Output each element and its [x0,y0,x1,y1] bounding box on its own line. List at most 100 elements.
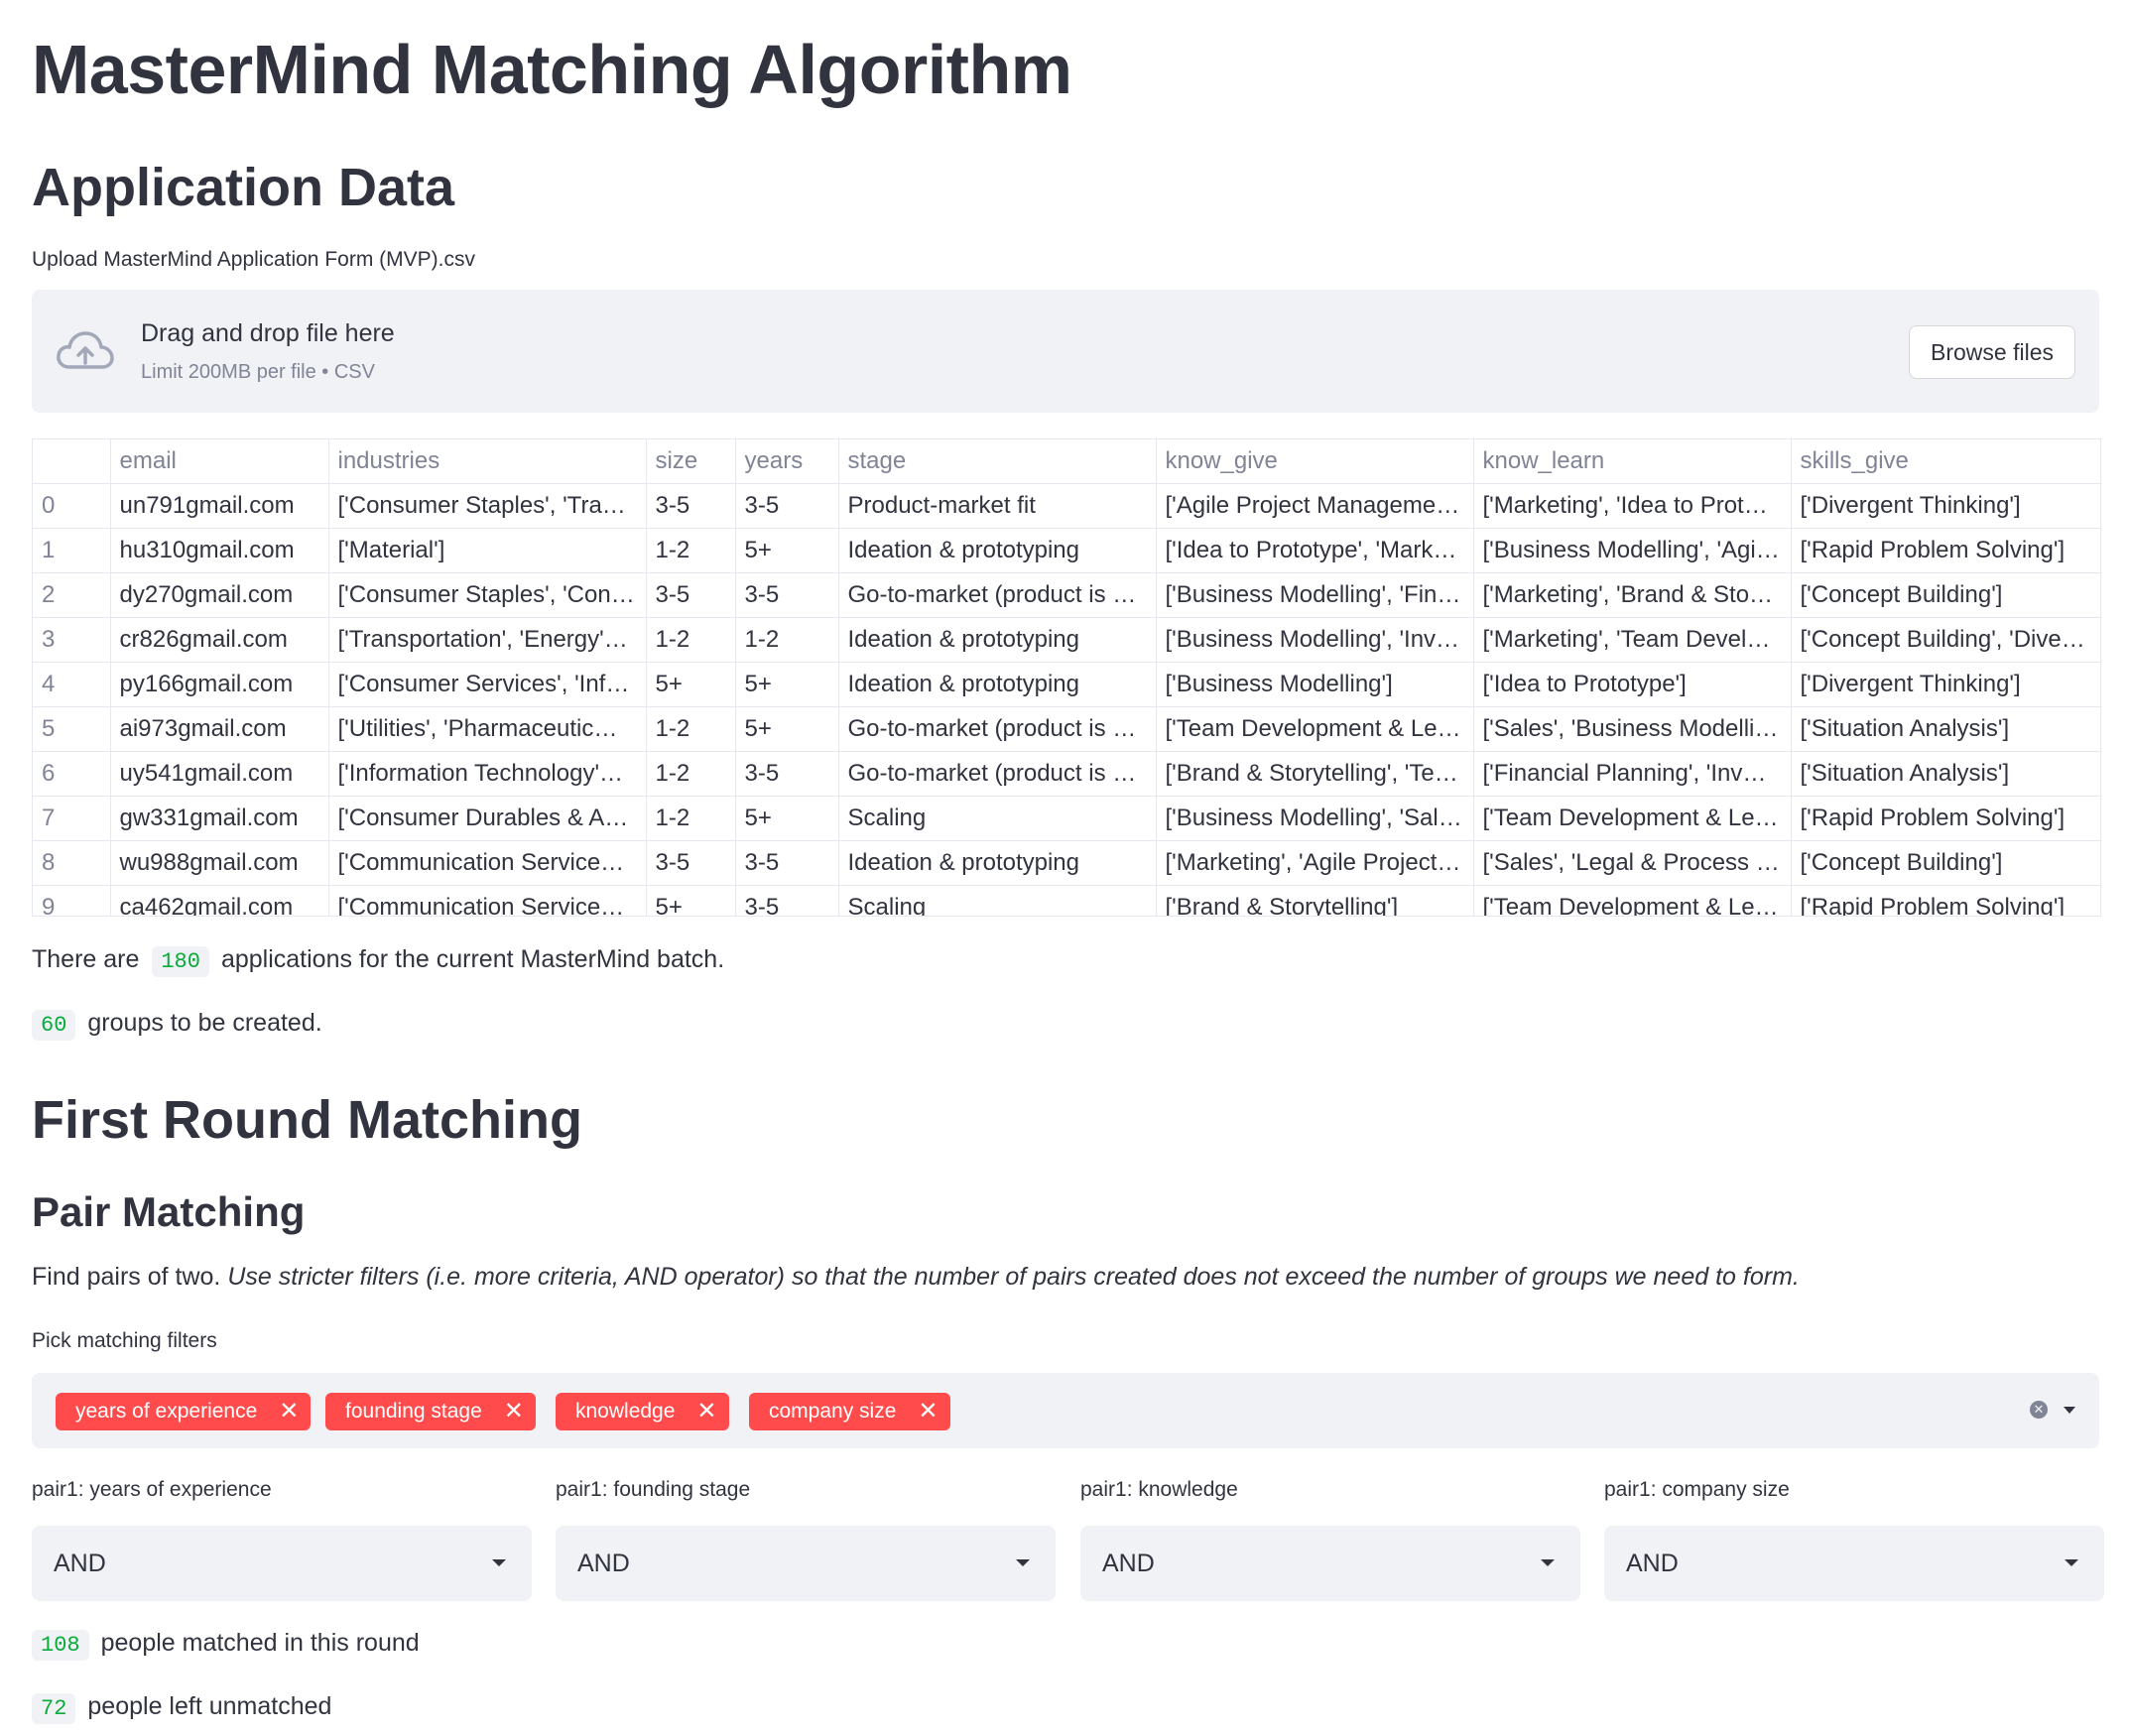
table-cell[interactable]: ['Utilities', 'Pharmaceutic… [328,706,647,752]
table-cell[interactable]: ['Idea to Prototype', 'Mark… [1156,528,1474,573]
table-cell[interactable]: ai973gmail.com [110,706,329,752]
table-cell[interactable]: ['Business Modelling', 'Inv… [1156,617,1474,663]
table-cell[interactable]: 3-5 [735,885,839,916]
table-cell[interactable]: Product-market fit [838,483,1157,529]
table-cell[interactable]: ['Marketing', 'Agile Project… [1156,840,1474,886]
table-cell[interactable]: Scaling [838,885,1157,916]
row-index-cell[interactable]: 6 [33,751,111,797]
table-cell[interactable]: ca462gmail.com [110,885,329,916]
filter-tag-company-size[interactable]: company size ✕ [749,1393,950,1430]
table-cell[interactable]: 5+ [735,796,839,841]
table-cell[interactable]: 5+ [735,662,839,707]
table-cell[interactable]: Ideation & prototyping [838,528,1157,573]
table-cell[interactable]: ['Situation Analysis'] [1791,706,2100,752]
table-cell[interactable]: ['Business Modelling'] [1156,662,1474,707]
table-cell[interactable]: 5+ [735,528,839,573]
table-cell[interactable]: Go-to-market (product is … [838,751,1157,797]
operator-select-knowledge[interactable]: AND [1080,1526,1580,1601]
table-cell[interactable]: Go-to-market (product is … [838,706,1157,752]
row-index-cell[interactable]: 2 [33,572,111,618]
matching-filters-multiselect[interactable]: years of experience ✕ founding stage ✕ kno… [32,1373,2099,1448]
table-cell[interactable]: 1-2 [646,617,736,663]
operator-select-size[interactable]: AND [1604,1526,2104,1601]
table-cell[interactable]: ['Communication Service… [328,885,647,916]
table-cell[interactable]: ['Consumer Staples', 'Tra… [328,483,647,529]
table-cell[interactable]: ['Brand & Storytelling', 'Te… [1156,751,1474,797]
table-cell[interactable]: ['Consumer Services', 'Inf… [328,662,647,707]
column-header-email[interactable]: email [110,439,329,484]
column-header-size[interactable]: size [646,439,736,484]
column-header-know-give[interactable]: know_give [1156,439,1474,484]
column-header-industries[interactable]: industries [328,439,647,484]
table-cell[interactable]: Ideation & prototyping [838,840,1157,886]
table-cell[interactable]: 3-5 [735,572,839,618]
table-cell[interactable]: Ideation & prototyping [838,617,1157,663]
application-dataframe[interactable]: email industries size years stage know_give kn… [32,438,2101,917]
table-cell[interactable]: ['Business Modelling', 'Sal… [1156,796,1474,841]
table-cell[interactable]: 3-5 [646,840,736,886]
remove-tag-icon[interactable]: ✕ [696,1400,716,1424]
chevron-down-icon[interactable] [2064,1407,2075,1414]
table-cell[interactable]: Ideation & prototyping [838,662,1157,707]
table-cell[interactable]: 3-5 [735,751,839,797]
table-cell[interactable]: ['Material'] [328,528,647,573]
table-cell[interactable]: gw331gmail.com [110,796,329,841]
table-cell[interactable]: ['Brand & Storytelling'] [1156,885,1474,916]
table-cell[interactable]: 1-2 [646,751,736,797]
table-cell[interactable]: ['Transportation', 'Energy'… [328,617,647,663]
filter-tag-founding-stage[interactable]: founding stage ✕ [325,1393,536,1430]
row-index-cell[interactable]: 8 [33,840,111,886]
table-cell[interactable]: cr826gmail.com [110,617,329,663]
remove-tag-icon[interactable]: ✕ [279,1400,299,1424]
table-cell[interactable]: ['Consumer Durables & A… [328,796,647,841]
table-cell[interactable]: 3-5 [646,483,736,529]
remove-tag-icon[interactable]: ✕ [918,1400,938,1424]
table-cell[interactable]: ['Rapid Problem Solving'] [1791,528,2100,573]
table-cell[interactable]: 1-2 [646,528,736,573]
table-cell[interactable]: ['Divergent Thinking'] [1791,662,2100,707]
row-index-cell[interactable]: 5 [33,706,111,752]
table-cell[interactable]: ['Team Development & Le… [1473,885,1792,916]
table-cell[interactable]: ['Marketing', 'Brand & Sto… [1473,572,1792,618]
table-cell[interactable]: 1-2 [646,706,736,752]
table-cell[interactable]: 1-2 [735,617,839,663]
table-cell[interactable]: ['Team Development & Le… [1156,706,1474,752]
table-cell[interactable]: 5+ [735,706,839,752]
table-cell[interactable]: 1-2 [646,796,736,841]
table-cell[interactable]: ['Consumer Staples', 'Con… [328,572,647,618]
row-index-cell[interactable]: 1 [33,528,111,573]
file-uploader-dropzone[interactable]: Drag and drop file here Limit 200MB per … [32,290,2099,413]
table-cell[interactable]: ['Business Modelling', 'Agi… [1473,528,1792,573]
operator-select-years[interactable]: AND [32,1526,532,1601]
table-cell[interactable]: py166gmail.com [110,662,329,707]
table-cell[interactable]: ['Sales', 'Business Modelli… [1473,706,1792,752]
table-cell[interactable]: ['Concept Building'] [1791,840,2100,886]
table-cell[interactable]: un791gmail.com [110,483,329,529]
table-cell[interactable]: ['Marketing', 'Team Devel… [1473,617,1792,663]
table-cell[interactable]: ['Sales', 'Legal & Process … [1473,840,1792,886]
row-index-cell[interactable]: 4 [33,662,111,707]
operator-select-stage[interactable]: AND [556,1526,1056,1601]
column-header-know-learn[interactable]: know_learn [1473,439,1792,484]
table-cell[interactable]: ['Marketing', 'Idea to Prot… [1473,483,1792,529]
table-cell[interactable]: ['Business Modelling', 'Fin… [1156,572,1474,618]
column-header-years[interactable]: years [735,439,839,484]
browse-files-button[interactable]: Browse files [1909,325,2075,379]
clear-all-icon[interactable]: ✕ [2030,1401,2048,1419]
table-cell[interactable]: ['Information Technology'… [328,751,647,797]
column-header-stage[interactable]: stage [838,439,1157,484]
row-index-cell[interactable]: 9 [33,885,111,916]
table-cell[interactable]: hu310gmail.com [110,528,329,573]
row-index-cell[interactable]: 3 [33,617,111,663]
table-cell[interactable]: ['Concept Building', 'Diver… [1791,617,2100,663]
table-cell[interactable]: ['Rapid Problem Solving'] [1791,796,2100,841]
table-cell[interactable]: 3-5 [735,483,839,529]
table-cell[interactable]: ['Idea to Prototype'] [1473,662,1792,707]
table-cell[interactable]: Go-to-market (product is … [838,572,1157,618]
table-cell[interactable]: ['Concept Building'] [1791,572,2100,618]
table-cell[interactable]: 3-5 [646,572,736,618]
table-cell[interactable]: ['Financial Planning', 'Inv… [1473,751,1792,797]
remove-tag-icon[interactable]: ✕ [504,1400,524,1424]
index-header[interactable] [33,439,111,484]
table-cell[interactable]: ['Rapid Problem Solving'] [1791,885,2100,916]
